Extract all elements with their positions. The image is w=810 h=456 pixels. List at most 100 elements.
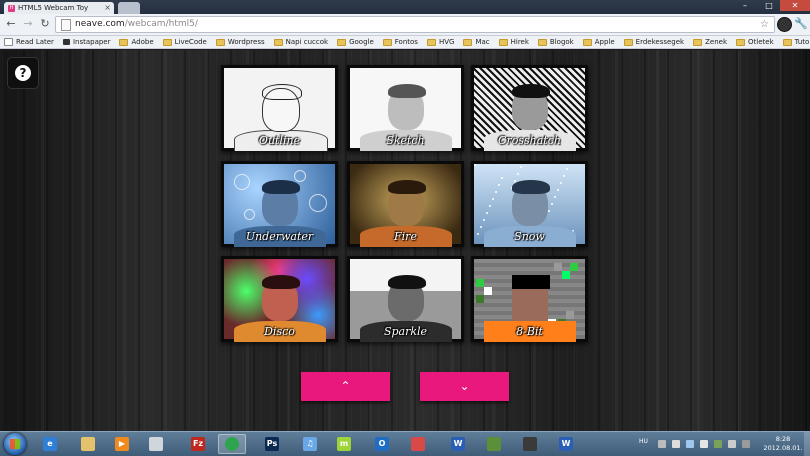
snowflake xyxy=(517,173,519,175)
effect-label: Disco xyxy=(264,325,295,338)
bookmark-item[interactable]: Hirek xyxy=(498,38,529,46)
effect-tile-fire[interactable]: Fire xyxy=(347,161,464,247)
effect-tile-crosshatch[interactable]: Crosshatch xyxy=(471,65,588,151)
bookmark-label: Otletek xyxy=(748,38,774,46)
effect-tile-underwater[interactable]: Underwater xyxy=(221,161,338,247)
minimize-button[interactable]: – xyxy=(734,0,756,11)
notepad-icon xyxy=(149,437,163,451)
tray-arrow-icon[interactable] xyxy=(658,440,666,448)
bookmark-item[interactable]: Zenek xyxy=(693,38,727,46)
forward-arrow-icon[interactable]: → xyxy=(21,17,35,31)
bookmark-label: Read Later xyxy=(16,38,54,46)
taskbar-app-outlook[interactable]: O xyxy=(368,434,396,454)
snowflake xyxy=(566,168,568,170)
bookmark-item[interactable]: Otletek xyxy=(736,38,774,46)
bookmark-item[interactable]: HVG xyxy=(426,38,455,46)
display-icon[interactable] xyxy=(728,440,736,448)
pixel-block xyxy=(484,287,492,295)
person-hair xyxy=(262,275,300,289)
effect-tile-snow[interactable]: Snow xyxy=(471,161,588,247)
taskbar-app-file-explorer[interactable] xyxy=(74,434,102,454)
snowflake xyxy=(486,212,488,214)
effect-tile-outline[interactable]: Outline xyxy=(221,65,338,151)
media-center-icon xyxy=(523,437,537,451)
taskbar-app-notepad[interactable] xyxy=(142,434,170,454)
reload-icon[interactable]: ↻ xyxy=(38,17,52,31)
bookmark-item[interactable]: Google xyxy=(337,38,374,46)
snowflake xyxy=(492,198,494,200)
question-icon: ? xyxy=(15,65,31,81)
bookmark-item[interactable]: Mac xyxy=(463,38,490,46)
new-tab-button[interactable] xyxy=(118,2,140,14)
taskbar-app-filezilla[interactable]: Fz xyxy=(184,434,212,454)
effect-tile-disco[interactable]: Disco xyxy=(221,256,338,342)
bookmarks-bar: Read Later Instapaper Adobe LiveCode Wordpre… xyxy=(0,36,810,49)
effect-tile-8bit[interactable]: 8-Bit xyxy=(471,256,588,342)
bookmark-star-icon[interactable]: ☆ xyxy=(760,17,769,32)
maximize-button[interactable]: □ xyxy=(758,0,780,11)
taskbar-app-photoshop[interactable]: Ps xyxy=(258,434,286,454)
tab-close-icon[interactable]: × xyxy=(104,2,111,14)
wrench-menu-icon[interactable]: 🔧 xyxy=(794,17,808,30)
folder-icon xyxy=(162,38,172,46)
taskbar-app-word[interactable]: W xyxy=(444,434,472,454)
webcam-toy-favicon-icon: H xyxy=(8,4,15,12)
bookmark-item[interactable]: Erdekessegek xyxy=(623,38,684,46)
snowflake xyxy=(563,175,565,177)
effect-label: Sketch xyxy=(386,134,425,147)
explorer-ie-icon: e xyxy=(43,437,57,451)
bookmark-label: Adobe xyxy=(131,38,154,46)
pixel-block xyxy=(570,263,578,271)
folder-icon xyxy=(382,38,392,46)
bookmark-item[interactable]: Read Later xyxy=(4,38,54,46)
effect-tile-sparkle[interactable]: Sparkle xyxy=(347,256,464,342)
taskbar-app-explorer-ie[interactable]: e xyxy=(36,434,64,454)
snipping-tool-icon xyxy=(411,437,425,451)
taskbar-app-snipping-tool[interactable] xyxy=(404,434,432,454)
bookmark-label: Tutorials xyxy=(794,38,810,46)
tab-webcam-toy[interactable]: H HTML5 Webcam Toy × xyxy=(4,2,114,14)
volume-icon[interactable] xyxy=(700,440,708,448)
power-icon[interactable] xyxy=(742,440,750,448)
previous-effects-button[interactable]: ⌃ xyxy=(301,372,390,401)
bookmark-item[interactable]: Instapaper xyxy=(62,38,110,46)
snowflake xyxy=(474,164,476,166)
taskbar-app-messenger[interactable]: m xyxy=(330,434,358,454)
person-hair xyxy=(262,180,300,194)
language-indicator[interactable]: HU xyxy=(639,438,648,445)
show-desktop-button[interactable] xyxy=(804,432,810,456)
snowflake xyxy=(551,203,553,205)
help-button[interactable]: ? xyxy=(8,58,38,88)
bookmark-item[interactable]: Adobe xyxy=(119,38,154,46)
bookmark-item[interactable]: Wordpress xyxy=(215,38,265,46)
clock[interactable]: 8:28 2012.08.01. xyxy=(763,435,803,453)
back-arrow-icon[interactable]: ← xyxy=(4,17,18,31)
taskbar-app-media-player[interactable]: ▶ xyxy=(108,434,136,454)
next-effects-button[interactable]: ⌄ xyxy=(420,372,509,401)
page-icon xyxy=(4,38,13,46)
pixel-block xyxy=(476,295,484,303)
tray-app-icon[interactable] xyxy=(714,440,722,448)
itunes-icon: ♫ xyxy=(303,437,317,451)
taskbar-app-itunes[interactable]: ♫ xyxy=(296,434,324,454)
taskbar-app-minecraft[interactable] xyxy=(480,434,508,454)
bookmark-item[interactable]: Napi cuccok xyxy=(273,38,328,46)
bookmark-item[interactable]: Fontos xyxy=(382,38,418,46)
bookmark-item[interactable]: LiveCode xyxy=(162,38,207,46)
file-explorer-icon xyxy=(81,437,95,451)
address-bar[interactable]: neave.com/webcam/html5/ ☆ xyxy=(55,16,775,33)
extension-icon[interactable] xyxy=(777,17,792,32)
bookmark-label: HVG xyxy=(438,38,455,46)
taskbar-app-chrome[interactable] xyxy=(218,434,246,454)
bookmark-item[interactable]: Apple xyxy=(582,38,615,46)
start-button[interactable] xyxy=(4,433,26,455)
effect-tile-sketch[interactable]: Sketch xyxy=(347,65,464,151)
action-center-flag-icon[interactable] xyxy=(672,440,680,448)
bookmark-item[interactable]: Blogok xyxy=(537,38,574,46)
close-window-button[interactable]: ✕ xyxy=(780,0,810,11)
pixel-block xyxy=(554,263,562,271)
taskbar-app-word-doc[interactable]: W xyxy=(552,434,580,454)
bookmark-item[interactable]: Tutorials xyxy=(782,38,810,46)
taskbar-app-media-center[interactable] xyxy=(516,434,544,454)
network-icon[interactable] xyxy=(686,440,694,448)
